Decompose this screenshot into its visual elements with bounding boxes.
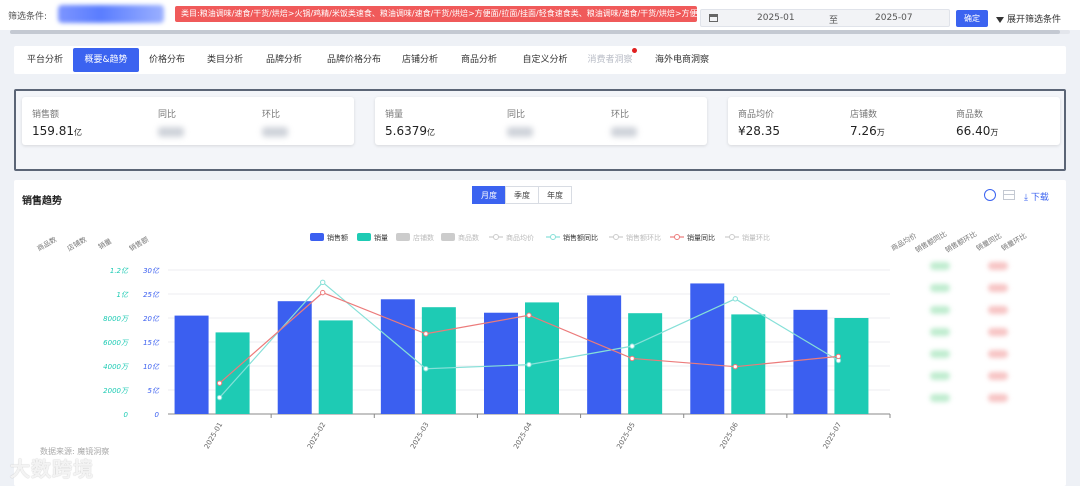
- legend-label: 销售额: [327, 233, 348, 242]
- blurred-axis-value: [930, 306, 950, 314]
- volume-yoy-point: [835, 353, 842, 360]
- x-tick-label: 2025-02: [306, 421, 328, 450]
- left-axis-title: 商品数: [35, 235, 58, 253]
- volume-yoy-point: [732, 363, 738, 370]
- legend-marker: [674, 234, 680, 240]
- legend-swatch: [441, 233, 455, 241]
- blurred-axis-value: [930, 284, 950, 292]
- volume-yoy-point: [216, 380, 223, 386]
- sales-bar: [484, 312, 518, 414]
- volume-bar: [318, 320, 353, 414]
- left-axis-title: 销售额: [127, 235, 150, 253]
- sales-yoy-point: [629, 343, 635, 349]
- blurred-axis-value: [988, 372, 1008, 380]
- volume-axis-tick: 1.2亿: [110, 267, 129, 275]
- legend-marker: [729, 234, 735, 240]
- sales-yoy-point: [423, 366, 429, 372]
- x-tick-label: 2025-05: [615, 421, 637, 450]
- legend-marker: [613, 234, 619, 240]
- volume-axis-tick: 2000万: [103, 387, 129, 395]
- sales-axis-tick: 15亿: [143, 339, 160, 347]
- volume-axis-tick: 8000万: [103, 315, 129, 323]
- legend-swatch: [310, 233, 324, 241]
- volume-axis-tick: 1亿: [117, 291, 129, 299]
- legend-label: 销售额环比: [626, 233, 661, 242]
- blurred-axis-value: [988, 394, 1008, 402]
- blurred-axis-value: [988, 328, 1008, 336]
- right-axis-title: 销售额同比: [913, 229, 948, 254]
- x-tick-label: 2025-01: [203, 421, 225, 450]
- left-axis-title: 销量: [96, 236, 113, 251]
- volume-axis-tick: 6000万: [103, 339, 129, 347]
- legend-swatch: [396, 233, 410, 241]
- volume-bar: [525, 302, 559, 414]
- legend-label: 商品数: [458, 233, 479, 242]
- legend-label: 商品均价: [506, 233, 534, 242]
- legend-label: 销量环比: [742, 233, 770, 242]
- sales-bar: [793, 309, 828, 414]
- x-tick-label: 2025-04: [512, 421, 534, 451]
- legend-label: 销售额同比: [563, 233, 598, 242]
- sales-axis-tick: 5亿: [148, 387, 160, 395]
- sales-bar: [587, 295, 622, 414]
- volume-bar: [421, 307, 456, 414]
- blurred-axis-value: [988, 306, 1008, 314]
- sales-bar: [174, 315, 209, 414]
- sales-axis-tick: 10亿: [143, 363, 160, 371]
- sales-axis-tick: 25亿: [143, 291, 160, 299]
- sales-axis-tick: 0: [155, 411, 160, 419]
- volume-yoy-point: [423, 331, 429, 337]
- legend-label: 销量: [374, 233, 388, 242]
- x-tick-label: 2025-03: [409, 421, 431, 450]
- volume-yoy-point: [526, 312, 532, 318]
- blurred-axis-value: [988, 284, 1008, 292]
- sales-yoy-point: [216, 394, 223, 401]
- legend-label: 店铺数: [413, 233, 434, 242]
- volume-bar: [834, 318, 869, 414]
- volume-bar: [628, 313, 663, 414]
- sales-axis-tick: 30亿: [143, 267, 160, 275]
- right-axis-title: 销量环比: [999, 231, 1028, 253]
- volume-axis-tick: 4000万: [103, 363, 129, 371]
- volume-yoy-point: [629, 355, 635, 362]
- blurred-axis-value: [930, 328, 950, 336]
- sales-yoy-point: [732, 296, 738, 302]
- legend-label: 销量同比: [687, 233, 715, 242]
- watermark-logo: 大数跨境: [10, 457, 94, 481]
- legend-swatch: [357, 233, 371, 241]
- right-axis-title: 销售额环比: [943, 229, 978, 254]
- x-tick-label: 2025-06: [718, 421, 740, 451]
- sales-bar: [277, 301, 312, 414]
- blurred-axis-value: [930, 372, 950, 380]
- legend-marker: [550, 234, 556, 240]
- sales-bar: [690, 283, 725, 414]
- right-axis-title: 销量同比: [974, 231, 1003, 253]
- x-tick-label: 2025-07: [822, 421, 844, 450]
- sales-bar: [380, 299, 415, 414]
- sales-trend-chart: 0 5亿 10亿 15亿 20亿 25亿 30亿 0 2000万 4000万 6000万 8000万 1…: [35, 229, 1028, 451]
- volume-yoy-point: [320, 289, 326, 296]
- blurred-axis-value: [930, 262, 950, 270]
- sales-yoy-point: [526, 361, 532, 368]
- legend-marker: [493, 234, 499, 240]
- blurred-axis-value: [988, 350, 1008, 358]
- sales-yoy-point: [320, 279, 326, 286]
- volume-axis-tick: 0: [124, 411, 129, 419]
- left-axis-title: 店铺数: [65, 235, 88, 253]
- blurred-axis-value: [930, 394, 950, 402]
- sales-axis-tick: 20亿: [143, 315, 160, 323]
- blurred-axis-value: [988, 262, 1008, 270]
- blurred-axis-value: [930, 350, 950, 358]
- volume-bar: [215, 332, 250, 414]
